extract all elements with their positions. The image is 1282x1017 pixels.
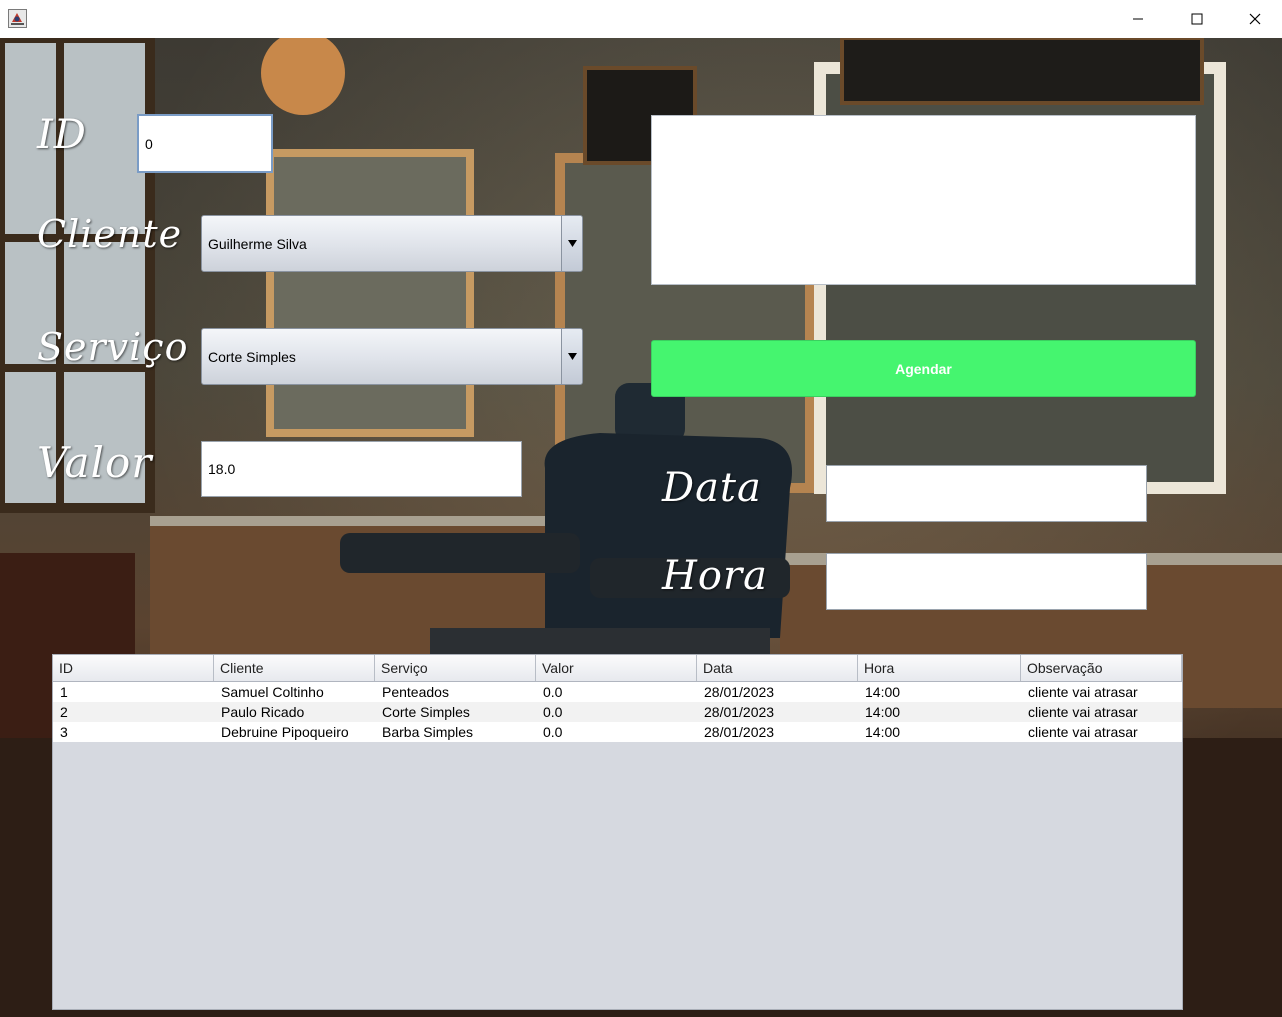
servico-dropdown-arrow[interactable] <box>561 329 582 384</box>
agendar-button-label: Agendar <box>895 360 952 377</box>
cell-id: 3 <box>60 724 68 740</box>
cell-id: 1 <box>60 684 68 700</box>
cell-valor: 0.0 <box>543 704 563 720</box>
id-field[interactable]: 0 <box>137 114 273 173</box>
minimize-icon <box>1133 18 1143 20</box>
hora-label: Hora <box>662 553 768 599</box>
cliente-selected-value: Guilherme Silva <box>208 235 307 252</box>
cell-hora: 14:00 <box>865 684 901 700</box>
cell-servico: Corte Simples <box>382 704 470 720</box>
cell-servico: Penteados <box>382 684 449 700</box>
chevron-down-icon <box>567 239 577 247</box>
data-label: Data <box>662 465 762 511</box>
maximize-button[interactable] <box>1168 0 1226 38</box>
cell-data: 28/01/2023 <box>704 724 775 740</box>
column-header-data[interactable]: Data <box>697 655 858 681</box>
column-header-cliente[interactable]: Cliente <box>214 655 375 681</box>
servico-label: Serviço <box>37 325 189 369</box>
valor-field[interactable]: 18.0 <box>201 441 522 497</box>
java-app-icon <box>8 9 27 28</box>
table-body: 1 Samuel Coltinho Penteados 0.0 28/01/20… <box>53 682 1182 742</box>
servico-selected-value: Corte Simples <box>208 348 296 365</box>
table-row[interactable]: 1 Samuel Coltinho Penteados 0.0 28/01/20… <box>53 682 1182 702</box>
observacao-textarea[interactable] <box>651 115 1196 285</box>
minimize-button[interactable] <box>1109 0 1167 38</box>
cell-cliente: Samuel Coltinho <box>221 684 324 700</box>
cell-valor: 0.0 <box>543 724 563 740</box>
valor-field-value: 18.0 <box>208 461 236 477</box>
close-icon <box>1249 13 1261 25</box>
cell-observacao: cliente vai atrasar <box>1028 684 1138 700</box>
cell-hora: 14:00 <box>865 724 901 740</box>
column-header-id[interactable]: ID <box>53 655 214 681</box>
close-button[interactable] <box>1226 0 1282 38</box>
cell-cliente: Paulo Ricado <box>221 704 305 720</box>
column-header-observacao[interactable]: Observação <box>1021 655 1182 681</box>
table-row[interactable]: 2 Paulo Ricado Corte Simples 0.0 28/01/2… <box>53 702 1182 722</box>
cell-id: 2 <box>60 704 68 720</box>
column-header-servico[interactable]: Serviço <box>375 655 536 681</box>
window-titlebar <box>0 0 1282 39</box>
hora-field[interactable] <box>826 553 1147 610</box>
cell-data: 28/01/2023 <box>704 704 775 720</box>
valor-label: Valor <box>37 438 153 487</box>
id-label: ID <box>37 112 87 158</box>
cell-data: 28/01/2023 <box>704 684 775 700</box>
column-header-hora[interactable]: Hora <box>858 655 1021 681</box>
cell-cliente: Debruine Pipoqueiro <box>221 724 349 740</box>
cliente-label: Cliente <box>37 212 183 256</box>
cell-valor: 0.0 <box>543 684 563 700</box>
servico-dropdown[interactable]: Corte Simples <box>201 328 583 385</box>
cell-observacao: cliente vai atrasar <box>1028 704 1138 720</box>
agendamentos-table[interactable]: ID Cliente Serviço Valor Data Hora Obser… <box>52 654 1183 1010</box>
cell-observacao: cliente vai atrasar <box>1028 724 1138 740</box>
id-field-value: 0 <box>145 135 153 152</box>
cliente-dropdown[interactable]: Guilherme Silva <box>201 215 583 272</box>
table-header: ID Cliente Serviço Valor Data Hora Obser… <box>53 655 1182 682</box>
data-field[interactable] <box>826 465 1147 522</box>
cliente-dropdown-arrow[interactable] <box>561 216 582 271</box>
cell-servico: Barba Simples <box>382 724 474 740</box>
chevron-down-icon <box>567 352 577 360</box>
column-header-valor[interactable]: Valor <box>536 655 697 681</box>
table-row[interactable]: 3 Debruine Pipoqueiro Barba Simples 0.0 … <box>53 722 1182 742</box>
agendar-button[interactable]: Agendar <box>651 340 1196 397</box>
cell-hora: 14:00 <box>865 704 901 720</box>
maximize-icon <box>1191 13 1203 25</box>
